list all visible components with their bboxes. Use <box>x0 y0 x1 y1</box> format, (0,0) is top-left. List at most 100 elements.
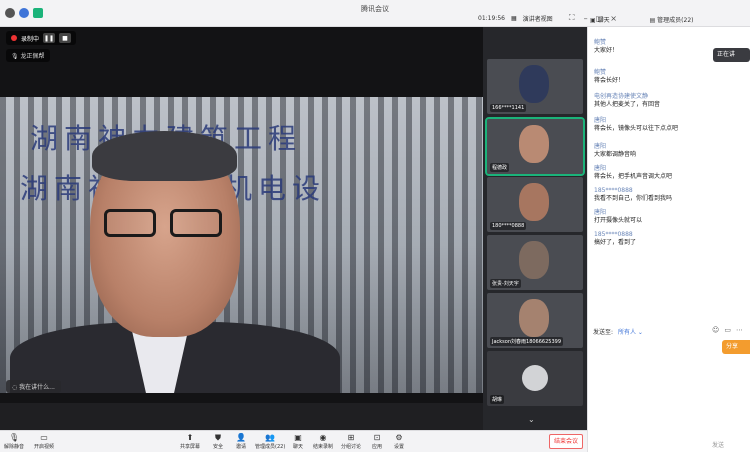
signal-icon <box>33 8 43 18</box>
share-screen-button[interactable]: ⬆ 共享屏幕 <box>180 433 200 450</box>
breakout-rooms-button[interactable]: ⊞ 分组讨论 <box>341 433 361 450</box>
more-icon[interactable]: ⋯ <box>736 326 743 334</box>
tab-members[interactable]: ▤ 管理成员(22) <box>650 15 694 24</box>
send-to-target: 所有人 <box>617 329 636 336</box>
end-meeting-button[interactable]: 结束会议 <box>549 434 583 449</box>
speaker-hair <box>92 131 237 181</box>
file-icon[interactable]: ▭ <box>724 326 731 334</box>
mute-button[interactable]: 🎙 解除静音 <box>4 433 24 450</box>
invite-button[interactable]: 👤 邀请 <box>236 433 246 450</box>
invite-icon: 👤 <box>236 433 246 442</box>
chat-sender: 电创再造协建使文静 <box>594 93 649 100</box>
participant-video <box>519 299 549 337</box>
stop-recording-button[interactable]: ◉ 结束录制 <box>313 433 333 450</box>
title-bar: 腾讯会议 01:19:56 ▦ 演讲者视图 ⛶ – □ × ▣ 聊天 ▤ 管理成… <box>0 0 750 27</box>
participant-video <box>519 183 549 221</box>
chat-text: 蒋会长好！ <box>594 77 625 84</box>
chevron-down-icon[interactable]: ⌄ <box>528 415 535 424</box>
participant-name: Jackson刘春雨18066625399 <box>490 337 564 346</box>
side-panel-tabs: ▣ 聊天 ▤ 管理成员(22) <box>590 15 694 24</box>
stop-recording-icon[interactable]: ■ <box>59 33 72 43</box>
send-to-label: 发送至: <box>593 329 614 336</box>
chat-text: 打开摄像头就可以 <box>594 217 643 224</box>
window-title: 腾讯会议 <box>361 5 389 13</box>
chat-message: 唐阳 蒋会长，镜像头可以往下点点吧 <box>594 117 678 133</box>
speaker-figure <box>10 131 340 393</box>
record-icon: ◉ <box>319 433 327 442</box>
pause-recording-icon[interactable]: ❚❚ <box>43 33 56 43</box>
meeting-timer: 01:19:56 <box>478 14 505 22</box>
chat-button[interactable]: ▣ 聊天 <box>293 433 303 450</box>
avatar <box>522 365 548 391</box>
chat-text: 大家好！ <box>594 47 619 54</box>
emoji-icon[interactable]: ☺ <box>712 326 719 334</box>
chat-tool-icons: ☺ ▭ ⋯ <box>712 326 743 334</box>
participant-tile[interactable]: 180****0888 <box>487 177 583 232</box>
chat-text: 其他人把麦关了，有回音 <box>594 101 661 108</box>
breakout-icon: ⊞ <box>347 433 355 442</box>
chat-sender: 鲍赞 <box>594 69 607 76</box>
gear-icon: ⚙ <box>395 433 403 442</box>
participant-strip: 166****1141 程德政 180****0888 张贵-刘天宇 Jacks… <box>483 27 587 430</box>
meeting-window: 腾讯会议 01:19:56 ▦ 演讲者视图 ⛶ – □ × ▣ 聊天 ▤ 管理成… <box>0 0 750 452</box>
view-mode-button[interactable]: 演讲者视图 <box>523 14 553 23</box>
main-video-area[interactable]: 湖南神力建筑工程 湖南神力建筑机电设 录制中 ❚❚ ■ 🎙 龙正佩帮 ◌ <box>0 27 483 403</box>
video-label: 开启视频 <box>34 444 55 450</box>
chat-text: 我看不到自己，你们看到我吗 <box>594 195 673 202</box>
chat-message: 唐阳 大家都调静音响 <box>594 143 636 159</box>
participant-tile[interactable]: 胡琳 <box>487 351 583 406</box>
toolbar-label: 管理成员(22) <box>255 444 286 450</box>
chat-sender: 唐阳 <box>594 165 607 172</box>
meeting-info-icon[interactable] <box>5 8 15 18</box>
participant-tile[interactable]: 张贵-刘天宇 <box>487 235 583 290</box>
participant-video <box>519 125 549 163</box>
chat-icon: ▣ <box>294 433 302 442</box>
apps-button[interactable]: ⊡ 应用 <box>372 433 382 450</box>
video-name-badge: ◌ 我在讲什么... <box>6 380 61 393</box>
fullscreen-icon[interactable]: ⛶ <box>567 13 577 23</box>
current-speaker-name: 龙正佩帮 <box>20 53 45 60</box>
toolbar-label: 分组讨论 <box>341 444 362 450</box>
members-icon: 👥 <box>265 433 276 442</box>
manage-members-button[interactable]: 👥 管理成员(22) <box>255 433 285 450</box>
video-name-label: 我在讲什么... <box>19 384 55 391</box>
toolbar-label: 结束录制 <box>313 444 334 450</box>
chat-text: 搞好了，看到了 <box>594 239 637 246</box>
shield-icon[interactable] <box>19 8 29 18</box>
participant-name: 180****0888 <box>490 222 527 230</box>
security-button[interactable]: ⛊ 安全 <box>213 433 223 450</box>
toolbar-label: 邀请 <box>236 444 247 450</box>
toolbar-label: 共享屏幕 <box>180 444 201 450</box>
chat-sender: 唐阳 <box>594 117 607 124</box>
floating-share-tag[interactable]: 分享 <box>722 340 750 354</box>
tab-chat-label: 聊天 <box>597 17 610 24</box>
chat-message: 鲍赞 大家好！ <box>594 39 618 55</box>
chat-text: 蒋会长，镜像头可以往下点点吧 <box>594 125 679 132</box>
chat-message: 185****0888 搞好了，看到了 <box>594 231 636 247</box>
chat-message: 鲍赞 蒋会长好！ <box>594 69 624 85</box>
speaking-indicator: 正在讲 <box>713 48 750 62</box>
chat-sender: 鲍赞 <box>594 39 607 46</box>
send-button[interactable]: 发送 <box>712 440 724 449</box>
share-screen-icon: ⬆ <box>186 433 194 442</box>
participant-video <box>519 65 549 103</box>
speaker-glasses <box>100 209 230 241</box>
send-to-select[interactable]: 所有人 ⌄ <box>618 329 643 336</box>
tab-chat[interactable]: ▣ 聊天 <box>590 15 610 24</box>
mic-icon: 🎙 <box>9 433 20 442</box>
view-switch-icon[interactable]: ▦ <box>511 15 517 22</box>
toolbar-label: 安全 <box>213 444 224 450</box>
participant-tile-active[interactable]: 程德政 <box>485 117 585 176</box>
chat-sender: 185****0888 <box>594 187 633 194</box>
video-button[interactable]: ▭ 开启视频 <box>34 433 54 450</box>
chat-message: 185****0888 我看不到自己，你们看到我吗 <box>594 187 672 203</box>
chat-tab-icon: ▣ <box>590 17 598 24</box>
participant-tile[interactable]: Jackson刘春雨18066625399 <box>487 293 583 348</box>
left-lens <box>104 209 156 237</box>
settings-button[interactable]: ⚙ 设置 <box>394 433 404 450</box>
toolbar-label: 设置 <box>394 444 405 450</box>
chat-sender: 唐阳 <box>594 143 607 150</box>
participant-tile[interactable]: 166****1141 <box>487 59 583 114</box>
recording-indicator: 录制中 ❚❚ ■ <box>6 31 77 45</box>
chat-text: 蒋会长，把手机声音调大点吧 <box>594 173 673 180</box>
